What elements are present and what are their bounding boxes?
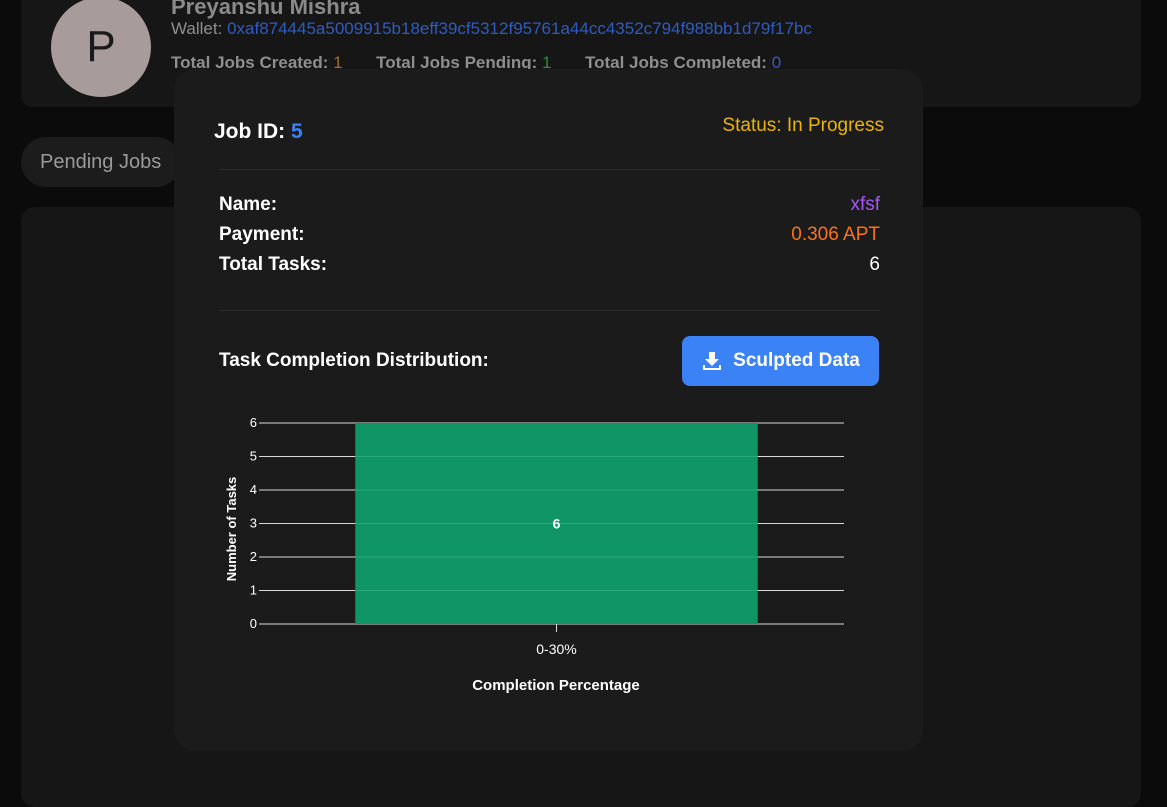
job-id: Job ID: 5 xyxy=(214,120,303,144)
y-tick-label: 0 xyxy=(250,616,257,631)
user-name: Preyanshu Mishra xyxy=(171,0,361,20)
wallet-address[interactable]: 0xaf874445a5009915b18eff39cf5312f95761a4… xyxy=(227,19,812,38)
x-tick-label: 0-30% xyxy=(536,641,576,657)
download-icon xyxy=(701,350,723,372)
y-tick-label: 5 xyxy=(250,449,257,464)
download-button-label: Sculpted Data xyxy=(733,350,860,372)
avatar: P xyxy=(51,0,151,97)
payment-value: 0.306 APT xyxy=(791,224,880,246)
payment-label: Payment: xyxy=(219,224,305,246)
y-tick-label: 1 xyxy=(250,583,257,598)
divider-top xyxy=(219,169,880,170)
wallet-line: Wallet: 0xaf874445a5009915b18eff39cf5312… xyxy=(171,19,812,39)
job-id-label: Job ID: xyxy=(214,120,285,143)
y-axis-label: Number of Tasks xyxy=(224,477,239,582)
bar-data-label: 6 xyxy=(553,516,561,532)
tasks-label: Total Tasks: xyxy=(219,254,327,276)
payment-row: Payment: 0.306 APT xyxy=(219,224,880,250)
task-distribution-chart: 6 0 1 2 3 4 5 6 0-30% Completion Percentage Num… xyxy=(214,409,854,699)
tasks-row: Total Tasks: 6 xyxy=(219,254,880,280)
divider-middle xyxy=(219,310,880,311)
job-id-value: 5 xyxy=(291,120,303,143)
name-label: Name: xyxy=(219,194,277,216)
y-tick-label: 2 xyxy=(250,549,257,564)
chart-bars: 6 xyxy=(355,423,758,624)
download-sculpted-data-button[interactable]: Sculpted Data xyxy=(682,336,879,386)
name-value: xfsf xyxy=(850,194,880,216)
y-tick-label: 3 xyxy=(250,516,257,531)
y-tick-label: 6 xyxy=(250,415,257,430)
distribution-title: Task Completion Distribution: xyxy=(219,350,489,372)
status-badge: Status: In Progress xyxy=(722,115,884,137)
x-axis-label: Completion Percentage xyxy=(472,677,640,694)
name-row: Name: xfsf xyxy=(219,194,880,220)
tasks-value: 6 xyxy=(869,254,880,276)
job-detail-modal: Job ID: 5 Status: In Progress Name: xfsf… xyxy=(174,69,923,751)
y-tick-label: 4 xyxy=(250,482,257,497)
tab-pending-jobs[interactable]: Pending Jobs xyxy=(21,137,181,187)
wallet-label: Wallet: xyxy=(171,19,222,38)
